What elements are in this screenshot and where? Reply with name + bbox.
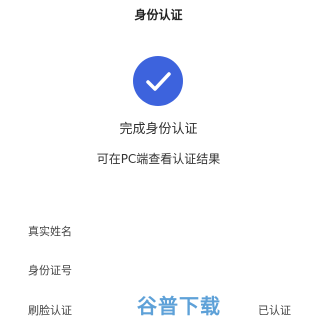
- real-name-label: 真实姓名: [28, 225, 72, 238]
- page-title: 身份认证: [134, 8, 183, 22]
- info-row-real-name: 真实姓名: [0, 220, 317, 244]
- watermark-logo: 谷普下载: [137, 294, 221, 318]
- identity-verification-screen: 身份认证 完成身份认证 可在PC端查看认证结果 真实姓名 身份证号 刷脸认证 已…: [0, 0, 317, 329]
- face-verification-label: 刷脸认证: [28, 304, 72, 317]
- checkmark-icon: [146, 72, 171, 91]
- face-verification-status: 已认证: [258, 304, 291, 317]
- success-title: 完成身份认证: [119, 122, 198, 137]
- check-circle-icon: [133, 56, 183, 106]
- id-number-label: 身份证号: [28, 264, 72, 277]
- info-row-id-number: 身份证号: [0, 259, 317, 283]
- success-subtitle: 可在PC端查看认证结果: [96, 152, 221, 166]
